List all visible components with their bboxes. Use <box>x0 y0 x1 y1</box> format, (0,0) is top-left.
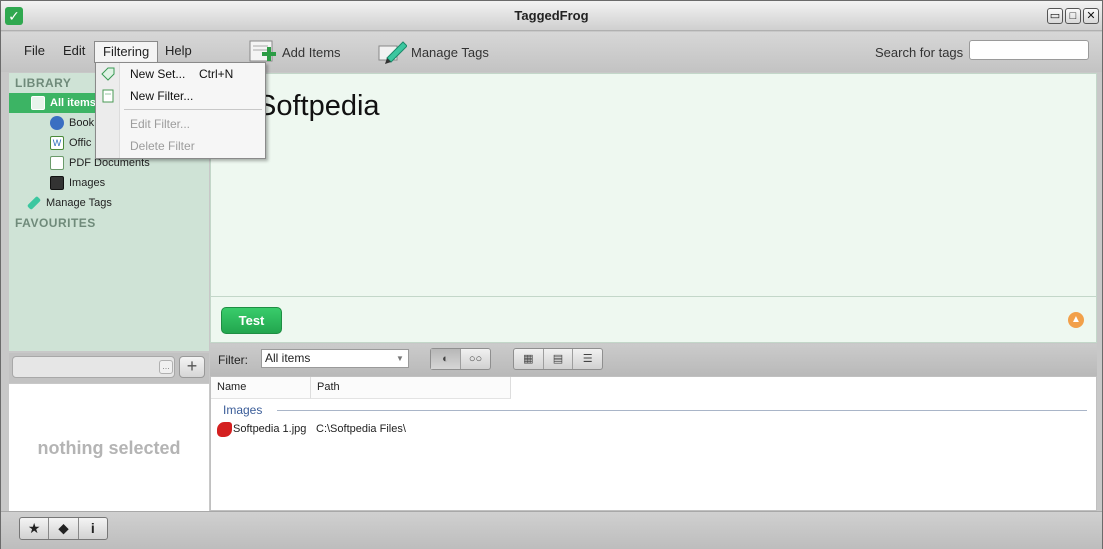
menu-item-delete-filter[interactable]: Delete Filter <box>96 136 265 156</box>
table-row[interactable]: Softpedia 1.jpg C:\Softpedia Files\ <box>215 421 1085 439</box>
sidebar-item-label: Book <box>69 117 95 129</box>
sidebar-item-label: All items <box>50 97 96 109</box>
minimize-button[interactable]: ▭ <box>1047 8 1063 24</box>
sidebar-item-manage-tags[interactable]: Manage Tags <box>9 193 209 213</box>
menu-item-shortcut: Ctrl+N <box>199 67 234 81</box>
filter-label: Filter: <box>218 353 248 367</box>
view-mode-toggle: ◐ ○○ <box>430 348 491 370</box>
filter-bar: Filter: All items ▼ ◐ ○○ ▦ ▤ ☰ <box>210 344 1097 376</box>
chevron-down-icon: ▼ <box>396 354 404 363</box>
info-icon[interactable]: i <box>79 518 107 539</box>
nothing-selected-text: nothing selected <box>37 438 181 458</box>
star-icon[interactable]: ★ <box>20 518 50 539</box>
library-section-title: LIBRARY <box>15 76 72 90</box>
sidebar-item-label: Manage Tags <box>46 197 112 209</box>
compact-view-button[interactable]: ▤ <box>544 349 574 369</box>
app-window: ✓ TaggedFrog ▭ □ ✕ File Edit Filtering H… <box>0 0 1103 549</box>
file-list: Name Path Images Softpedia 1.jpg C:\Soft… <box>210 376 1097 511</box>
maximize-button[interactable]: □ <box>1065 8 1081 24</box>
menu-help[interactable]: Help <box>157 41 200 63</box>
status-bar: ★ ⬥ i <box>1 511 1102 549</box>
menu-item-label: New Filter... <box>130 89 194 103</box>
tag-input-row: ... + <box>9 353 209 383</box>
close-button[interactable]: ✕ <box>1083 8 1099 24</box>
menu-item-label: Edit Filter... <box>130 117 191 131</box>
content-divider <box>211 296 1096 297</box>
maximize-icon: □ <box>1069 10 1077 22</box>
menu-item-edit-filter[interactable]: Edit Filter... <box>96 114 265 134</box>
group-divider <box>277 410 1087 411</box>
menu-item-new-filter[interactable]: New Filter... <box>96 86 265 106</box>
title-bar[interactable]: ✓ TaggedFrog ▭ □ ✕ <box>1 1 1102 31</box>
list-view-button[interactable]: ☰ <box>573 349 602 369</box>
menu-edit[interactable]: Edit <box>55 41 93 63</box>
filter-select[interactable]: All items ▼ <box>261 349 409 368</box>
tag-icon[interactable]: ⬥ <box>49 518 79 539</box>
menu-filtering[interactable]: Filtering <box>94 41 159 63</box>
grid-view-button[interactable]: ▦ <box>514 349 544 369</box>
filtering-dropdown-menu: New Set... Ctrl+N New Filter... Edit Fil… <box>95 62 266 159</box>
pen-icon <box>26 195 42 211</box>
main-content: Softpedia Test ▲ <box>210 73 1097 343</box>
intersect-mode-button[interactable]: ◐ <box>431 349 461 369</box>
group-label: Images <box>223 403 263 417</box>
search-input[interactable] <box>969 40 1089 60</box>
document-icon <box>101 89 115 103</box>
file-name: Softpedia 1.jpg <box>233 423 307 435</box>
tag-input[interactable] <box>12 356 175 378</box>
test-button[interactable]: Test <box>221 307 282 334</box>
manage-tags-button[interactable]: Manage Tags <box>377 37 489 67</box>
film-icon <box>50 176 64 190</box>
content-title: Softpedia <box>257 90 380 122</box>
column-header-path[interactable]: Path <box>311 377 511 399</box>
panel-switcher: ★ ⬥ i <box>19 517 108 540</box>
menu-item-label: Delete Filter <box>130 139 195 153</box>
minimize-icon: ▭ <box>1049 10 1061 22</box>
tag-browse-button[interactable]: ... <box>159 360 173 374</box>
window-title: TaggedFrog <box>514 8 589 23</box>
sidebar-item-images[interactable]: Images <box>9 173 209 193</box>
sidebar-item-label: Images <box>69 177 106 189</box>
globe-icon <box>50 116 64 130</box>
menu-item-new-set[interactable]: New Set... Ctrl+N <box>96 64 265 84</box>
all-items-icon <box>31 96 45 110</box>
detail-panel: nothing selected <box>9 384 209 511</box>
layout-toggle: ▦ ▤ ☰ <box>513 348 603 370</box>
column-header-name[interactable]: Name <box>211 377 311 399</box>
manage-tags-icon <box>377 38 408 66</box>
menu-file[interactable]: File <box>16 41 53 63</box>
file-path: C:\Softpedia Files\ <box>316 423 406 435</box>
favourites-section-title: FAVOURITES <box>15 216 96 230</box>
search-label: Search for tags <box>875 45 964 60</box>
tag-icon <box>101 67 115 81</box>
menu-item-label: New Set... <box>130 67 186 81</box>
manage-tags-label: Manage Tags <box>411 44 489 60</box>
menu-separator <box>124 109 262 110</box>
image-file-icon <box>217 422 232 437</box>
add-tag-button[interactable]: + <box>179 356 205 378</box>
sidebar-item-label: Offic <box>69 137 92 149</box>
filter-select-value: All items <box>265 351 311 365</box>
union-mode-button[interactable]: ○○ <box>461 349 490 369</box>
word-document-icon: W <box>50 136 64 150</box>
pdf-document-icon <box>50 156 64 170</box>
collapse-up-icon[interactable]: ▲ <box>1068 312 1084 328</box>
close-icon: ✕ <box>1086 10 1096 22</box>
add-items-label: Add Items <box>282 44 341 60</box>
